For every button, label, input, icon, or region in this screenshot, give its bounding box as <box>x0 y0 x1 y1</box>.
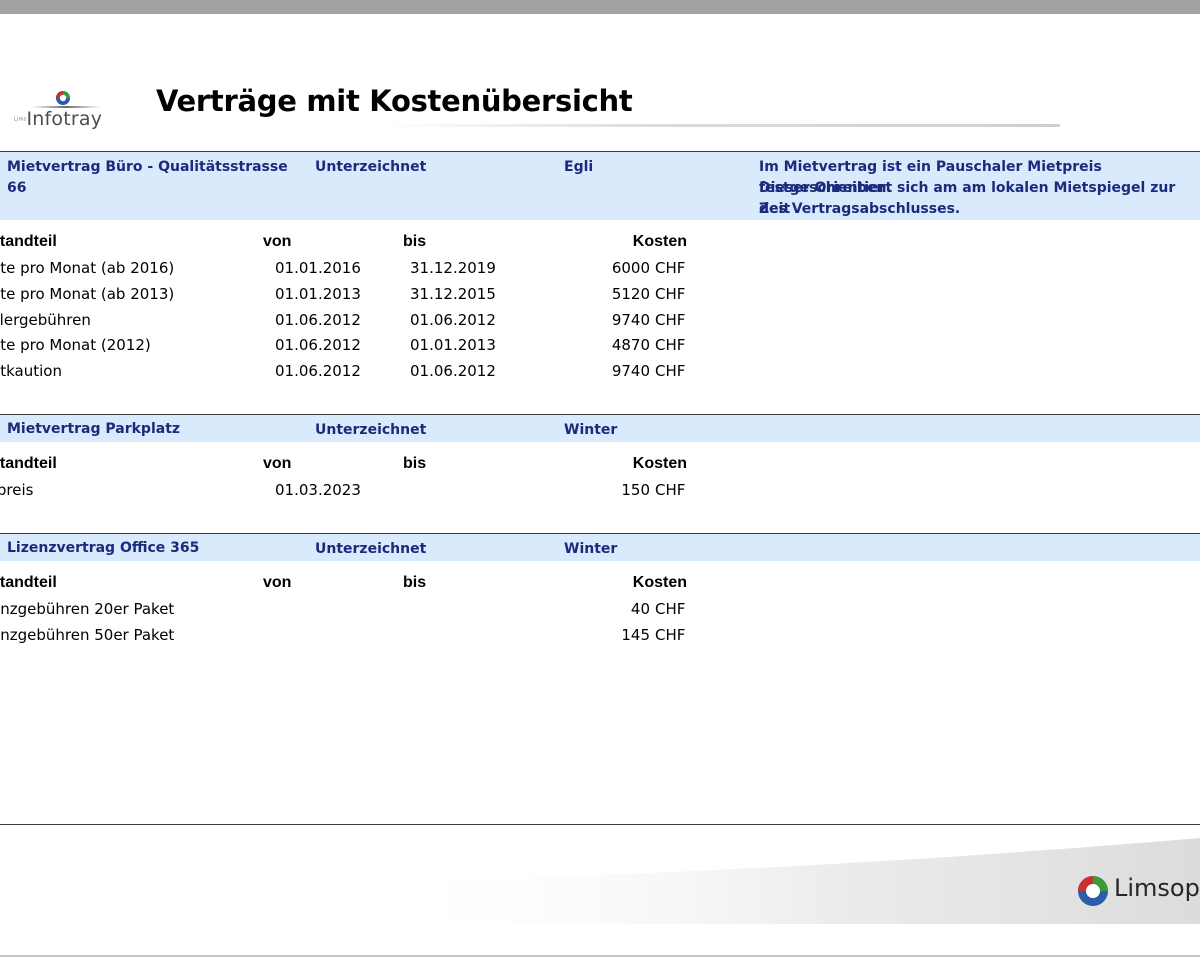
col-cost-header: Kosten <box>632 233 687 250</box>
contract-owner: Winter <box>564 541 618 557</box>
contract-owner: Egli <box>564 159 594 175</box>
item-currency: CHF <box>655 362 686 380</box>
contract-name-cont: 66 <box>7 180 27 196</box>
item-name: enzgebühren 20er Paket <box>0 600 175 618</box>
page-title: Verträge mit Kostenübersicht <box>156 84 633 118</box>
item-from: 01.01.2013 <box>275 285 361 303</box>
contract-name: Lizenzvertrag Office 365 <box>7 540 200 556</box>
col-to-header: bis <box>403 574 427 591</box>
contract-header: Mietvertrag Parkplatz Unterzeichnet Wint… <box>0 415 1200 442</box>
contract-header: Lizenzvertrag Office 365 Unterzeichnet W… <box>0 534 1200 561</box>
table-row: ete pro Monat (ab 2013) 01.01.2013 31.12… <box>0 285 1200 311</box>
item-name: enzgebühren 50er Paket <box>0 626 175 644</box>
contract-header: Mietvertrag Büro - Qualitätsstrasse 66 U… <box>0 152 1200 220</box>
table-row: tpreis 01.03.2023 150 CHF <box>0 481 1200 507</box>
item-currency: CHF <box>655 626 686 644</box>
item-name: ete pro Monat (2012) <box>0 336 151 354</box>
contract-name: Mietvertrag Parkplatz <box>7 421 181 437</box>
item-from: 01.06.2012 <box>275 311 361 329</box>
col-from-header: von <box>263 574 292 591</box>
item-from: 01.06.2012 <box>275 362 361 380</box>
item-from: 01.01.2016 <box>275 259 361 277</box>
contract-status: Unterzeichnet <box>315 422 427 438</box>
item-name: etkaution <box>0 362 62 380</box>
item-currency: CHF <box>655 285 686 303</box>
item-to: 31.12.2015 <box>410 285 496 303</box>
item-amount: 9740 <box>611 362 650 380</box>
table-row: ete pro Monat (2012) 01.06.2012 01.01.20… <box>0 336 1200 362</box>
col-to-header: bis <box>403 455 427 472</box>
col-item-header: standteil <box>0 455 57 472</box>
item-amount: 5120 <box>611 285 650 303</box>
contract-status: Unterzeichnet <box>315 159 427 175</box>
cost-table-header: standteil von bis Kosten <box>0 233 1200 259</box>
limsophy-mark-icon <box>1078 876 1108 906</box>
col-from-header: von <box>263 455 292 472</box>
contract-note-line: des Vertragsabschlusses. <box>759 201 961 217</box>
col-item-header: standteil <box>0 574 57 591</box>
table-row: ete pro Monat (ab 2016) 01.01.2016 31.12… <box>0 259 1200 285</box>
item-amount: 40 <box>630 600 650 618</box>
item-currency: CHF <box>655 336 686 354</box>
item-to: 01.06.2012 <box>410 311 496 329</box>
table-row: enzgebühren 20er Paket 40 CHF <box>0 600 1200 626</box>
item-name: ete pro Monat (ab 2016) <box>0 259 175 277</box>
item-currency: CHF <box>655 259 686 277</box>
item-from: 01.06.2012 <box>275 336 361 354</box>
brand-text: Limsopl <box>1114 874 1200 902</box>
table-row: enzgebühren 50er Paket 145 CHF <box>0 626 1200 652</box>
item-amount: 6000 <box>611 259 650 277</box>
item-from: 01.03.2023 <box>275 481 361 499</box>
bottom-border <box>0 955 1200 957</box>
col-to-header: bis <box>403 233 427 250</box>
cost-table-header: standteil von bis Kosten <box>0 574 1200 600</box>
table-row: etkaution 01.06.2012 01.06.2012 9740 CHF <box>0 362 1200 388</box>
contract-status: Unterzeichnet <box>315 541 427 557</box>
infotray-mark-icon <box>56 91 70 105</box>
item-amount: 4870 <box>611 336 650 354</box>
col-item-header: standteil <box>0 233 57 250</box>
item-amount: 9740 <box>611 311 650 329</box>
item-to: 01.06.2012 <box>410 362 496 380</box>
footer-divider <box>0 824 1200 825</box>
contract-owner: Winter <box>564 422 618 438</box>
item-amount: 145 <box>621 626 650 644</box>
item-name: klergebühren <box>0 311 91 329</box>
title-underline <box>380 124 1060 127</box>
item-currency: CHF <box>655 600 686 618</box>
item-currency: CHF <box>655 481 686 499</box>
infotray-logo: LimsInfotray <box>14 88 102 138</box>
top-bar <box>0 0 1200 14</box>
col-from-header: von <box>263 233 292 250</box>
col-cost-header: Kosten <box>632 455 687 472</box>
item-to: 31.12.2019 <box>410 259 496 277</box>
cost-table-header: standteil von bis Kosten <box>0 455 1200 481</box>
item-to: 01.01.2013 <box>410 336 496 354</box>
item-name: tpreis <box>0 481 34 499</box>
item-name: ete pro Monat (ab 2013) <box>0 285 175 303</box>
col-cost-header: Kosten <box>632 574 687 591</box>
item-amount: 150 <box>621 481 650 499</box>
item-currency: CHF <box>655 311 686 329</box>
table-row: klergebühren 01.06.2012 01.06.2012 9740 … <box>0 311 1200 337</box>
logo-text: LimsInfotray <box>14 108 103 130</box>
contract-name: Mietvertrag Büro - Qualitätsstrasse <box>7 159 288 175</box>
